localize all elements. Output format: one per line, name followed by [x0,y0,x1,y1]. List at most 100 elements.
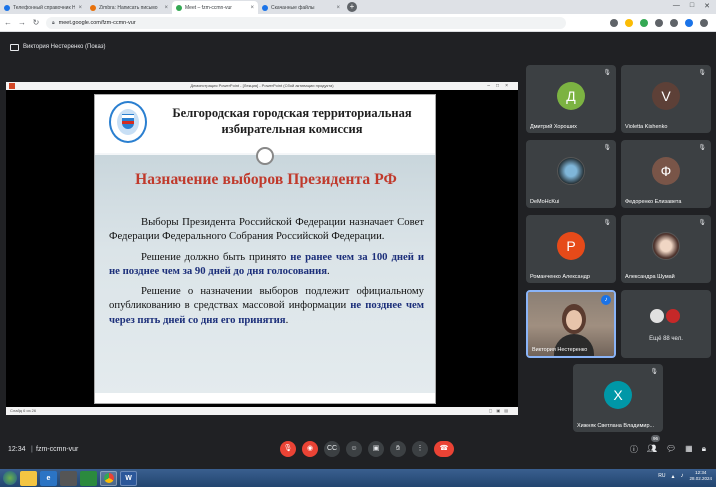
tab-close-icon[interactable]: × [78,5,82,11]
tab-close-icon[interactable]: × [250,5,254,11]
avatar-mini [665,308,681,324]
slide-content: Назначение выборов Президента РФ Выборы … [95,155,435,395]
sidepanel-icon[interactable] [670,18,678,27]
ie-icon[interactable]: e [40,470,57,486]
camera-toggle-button[interactable]: ◉ [302,441,318,457]
meet-controls-bar: 12:34 | fzm-ccmn-vur 🎙︎ ◉ CC ☺ ▣ ✋︎ ⋮ ☎ … [0,435,716,464]
participant-name: DeMoHcKui [530,199,560,205]
host-controls-icon[interactable]: 🔒︎ [702,444,706,455]
camera-icon[interactable] [610,18,618,27]
minimize-icon[interactable]: — [673,2,680,10]
participant-tile[interactable]: 🎙︎ V Violetta Kishenko [621,65,711,133]
extension-icons [610,18,712,27]
start-button[interactable] [3,471,17,485]
new-tab-button[interactable]: + [347,2,357,12]
participant-name: Дмитрий Хороших [530,124,577,130]
reload-icon[interactable]: ↻ [32,18,40,27]
slide-paragraph-1: Выборы Президента Российской Федерации н… [109,216,424,243]
language-indicator[interactable]: RU [658,473,665,479]
emoji-button[interactable]: ☺ [346,441,362,457]
participant-name: Виктория Нестеренко [532,347,588,353]
ppt-window-title: Демонстрация PowerPoint - [Лекция] - Pow… [190,83,334,88]
participant-name: Violetta Kishenko [625,124,668,130]
participant-name: Хижняк Светлана Владимир... [577,423,655,429]
puzzle-icon[interactable] [655,18,663,27]
mic-off-icon: 🎙︎ [698,220,706,226]
tab-title: Скачанные файлы [271,4,315,11]
browser-tab-zimbra[interactable]: Zimbra: Написать письмо × [86,1,172,14]
people-icon[interactable]: 👥︎ 96 [647,435,661,455]
word-icon[interactable]: W [120,470,137,486]
participant-name: Федоренко Елизавета [625,199,682,205]
avatar: Р [557,232,585,260]
participant-tile[interactable]: 🎙︎ Р Романченко Александр [526,215,616,283]
captions-button[interactable]: CC [324,441,340,457]
side-controls: ⓘ 👥︎ 96 💬︎ ▦ 🔒︎ [630,435,706,455]
app-icon[interactable] [60,470,77,486]
ppt-statusbar: Слайд 6 из 26 ▢▣▤ [6,407,518,415]
browser-toolbar: ← → ↻ 🔒︎ meet.google.com/fzm-ccmn-vur [0,14,716,32]
browser-tab-downloads[interactable]: Скачанные файлы × [258,1,344,14]
media-icon[interactable] [80,470,97,486]
explorer-icon[interactable] [20,470,37,486]
activities-icon[interactable]: ▦ [685,444,693,455]
tab-close-icon[interactable]: × [164,5,168,11]
network-icon[interactable]: ▴ [671,473,674,480]
presenter-header: Виктория Нестеренко (Показ) [0,40,105,54]
browser-tab-phonebook[interactable]: Телефонный справочник НИУ × [0,1,86,14]
tab-close-icon[interactable]: × [336,5,340,11]
avatar-mini [649,308,665,324]
slide-body: Выборы Президента Российской Федерации н… [109,215,424,333]
participant-tile[interactable]: 🎙︎ Александра Шумай [621,215,711,283]
more-participants-count: Ещё 88 чел. [649,336,683,342]
participant-tile-speaking[interactable]: ♪ Виктория Нестеренко [526,290,616,358]
call-controls: 🎙︎ ◉ CC ☺ ▣ ✋︎ ⋮ ☎ [280,441,454,457]
avatar-photo [652,232,680,260]
slide-paragraph-3: Решение о назначении выборов подлежит оф… [109,285,425,326]
close-window-icon[interactable]: ✕ [704,2,710,10]
powerpoint-icon [9,83,15,89]
star-icon[interactable] [625,18,633,27]
chat-icon[interactable]: 💬︎ [666,444,676,455]
tab-title: Телефонный справочник НИУ [13,4,76,11]
participant-name: Романченко Александр [530,274,590,280]
presenter-label: Виктория Нестеренко (Показ) [23,44,106,50]
slide-org-name: Белгородская городская территориальная и… [172,106,412,136]
present-button[interactable]: ▣ [368,441,384,457]
participant-tile[interactable]: 🎙︎ Д Дмитрий Хороших [526,65,616,133]
hangup-button[interactable]: ☎ [434,441,454,457]
profile-avatar-icon[interactable] [685,18,693,27]
participant-tile[interactable]: 🎙︎ Х Хижняк Светлана Владимир... [573,364,663,432]
screen: Телефонный справочник НИУ × Zimbra: Напи… [0,0,716,487]
taskbar-clock[interactable]: 12:34 28.02.2024 [689,470,712,482]
forward-icon[interactable]: → [18,18,26,27]
ppt-window-controls: –□× [487,83,514,89]
raise-hand-button[interactable]: ✋︎ [390,441,406,457]
info-icon[interactable]: ⓘ [630,444,638,455]
maximize-icon[interactable]: □ [690,2,694,10]
view-buttons[interactable]: ▢▣▤ [489,407,512,415]
mic-toggle-button[interactable]: 🎙︎ [280,441,296,457]
speaking-icon: ♪ [601,295,611,305]
participant-tile[interactable]: 🎙︎ DeMoHcKui [526,140,616,208]
tab-title: Zimbra: Написать письмо [99,4,158,11]
avatar: V [652,82,680,110]
slide-title: Назначение выборов Президента РФ [135,171,397,188]
volume-icon[interactable]: ♪ [680,473,683,479]
more-participants-tile[interactable]: Ещё 88 чел. [621,290,711,358]
meeting-code: fzm-ccmn-vur [36,446,79,453]
more-vert-icon[interactable] [700,18,708,27]
extension-icon[interactable] [640,18,648,27]
meeting-time: 12:34 [8,446,26,453]
url-text: meet.google.com/fzm-ccmn-vur [58,19,136,26]
address-bar[interactable]: 🔒︎ meet.google.com/fzm-ccmn-vur [46,16,566,29]
more-options-button[interactable]: ⋮ [412,441,428,457]
browser-tab-meet[interactable]: Meet – fzm-ccmn-vur × [172,1,258,14]
avatar: Ф [652,157,680,185]
participant-tile[interactable]: 🎙︎ Ф Федоренко Елизавета [621,140,711,208]
chrome-icon[interactable] [100,470,117,486]
system-tray: RU ▴ ♪ 12:34 28.02.2024 [658,470,712,482]
back-icon[interactable]: ← [4,18,12,27]
separator: | [31,446,33,453]
tab-favicon-icon [90,4,96,11]
